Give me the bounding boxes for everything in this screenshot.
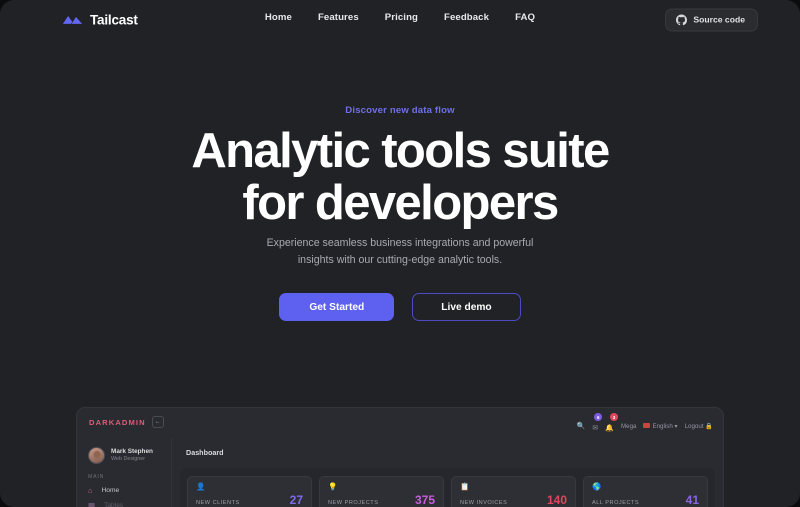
flag-icon bbox=[643, 423, 651, 429]
globe-icon: 🌎 bbox=[592, 482, 602, 491]
logout-button[interactable]: Logout 🔒 bbox=[685, 422, 713, 430]
dashboard-topbar-actions: 🔍 ✉ 6 🔔 3 Mega English ▾ Logout 🔒 bbox=[577, 413, 713, 435]
headline-line-2: for developers bbox=[242, 175, 559, 230]
stat-value: 140 bbox=[546, 492, 567, 507]
stat-row: ALL PROJECTS 41 bbox=[592, 494, 699, 506]
subtitle-line-2: insights with our cutting-edge analytic … bbox=[297, 254, 503, 267]
nav-links: Home Features Pricing Feedback FAQ bbox=[265, 12, 535, 23]
bulb-icon: 💡 bbox=[328, 482, 338, 491]
stat-card-new-projects[interactable]: 💡 NEW PROJECTS 375 bbox=[319, 476, 444, 507]
alerts-notification[interactable]: 🔔 3 bbox=[605, 413, 618, 435]
stat-value: 41 bbox=[685, 492, 699, 507]
source-code-button[interactable]: Source code bbox=[665, 8, 758, 31]
bell-icon: 🔔 bbox=[605, 425, 614, 432]
nav-link-home[interactable]: Home bbox=[265, 12, 292, 23]
user-role: Web Designer bbox=[111, 456, 146, 463]
user-icon: 👤 bbox=[196, 482, 206, 491]
language-label: English bbox=[652, 422, 673, 430]
dashboard-brand[interactable]: DARKADMIN ← bbox=[89, 416, 164, 428]
stat-label: ALL PROJECTS bbox=[592, 499, 640, 506]
github-icon bbox=[676, 14, 688, 25]
logout-label: Logout bbox=[684, 423, 704, 430]
nav-link-pricing[interactable]: Pricing bbox=[385, 12, 418, 23]
sidebar-section-label: MAIN bbox=[88, 474, 105, 480]
hero-cta-row: Get Started Live demo bbox=[0, 293, 800, 321]
page-title: Analytic tools suite for developers bbox=[0, 124, 800, 230]
hero-subtitle: Experience seamless business integration… bbox=[0, 235, 800, 269]
source-code-label: Source code bbox=[693, 14, 745, 25]
sidebar-item-tables-label: Tables bbox=[104, 501, 124, 507]
document-icon: 📋 bbox=[460, 482, 470, 491]
alerts-badge: 3 bbox=[610, 413, 618, 421]
nav-link-features[interactable]: Features bbox=[318, 12, 359, 23]
search-icon[interactable]: 🔍 bbox=[577, 423, 586, 430]
sidebar-collapse-icon[interactable]: ← bbox=[151, 416, 164, 428]
sidebar-user-profile[interactable]: Mark Stephen Web Designer bbox=[77, 438, 171, 464]
messages-badge: 6 bbox=[594, 413, 603, 421]
sidebar-item-tables[interactable]: ▦ Tables bbox=[77, 495, 171, 507]
sidebar-item-home-label: Home bbox=[101, 487, 120, 495]
sidebar-user-text: Mark Stephen Web Designer bbox=[111, 448, 153, 463]
nav-link-feedback[interactable]: Feedback bbox=[444, 12, 489, 23]
home-icon: ⌂ bbox=[88, 486, 93, 495]
dashboard-preview: DARKADMIN ← 🔍 ✉ 6 🔔 3 Mega English ▾ Log… bbox=[76, 407, 724, 507]
brand[interactable]: Tailcast bbox=[62, 12, 138, 27]
sidebar-item-home[interactable]: ⌂ Home bbox=[77, 480, 171, 495]
stat-label: NEW CLIENTS bbox=[196, 499, 240, 506]
stat-cards-area: 👤 NEW CLIENTS 27 💡 NEW PROJECTS 375 📋 NE… bbox=[180, 468, 715, 507]
headline-line-1: Analytic tools suite bbox=[191, 124, 610, 178]
stat-row: NEW PROJECTS 375 bbox=[328, 494, 435, 506]
envelope-icon: ✉ bbox=[592, 425, 599, 432]
top-navbar: Tailcast Home Features Pricing Feedback … bbox=[0, 0, 800, 39]
stat-row: NEW INVOICES 140 bbox=[460, 494, 567, 506]
grid-icon: ▦ bbox=[88, 500, 96, 507]
avatar bbox=[88, 447, 105, 464]
brand-name: Tailcast bbox=[90, 12, 138, 27]
dashboard-main: Dashboard 👤 NEW CLIENTS 27 💡 NEW PROJECT… bbox=[172, 438, 723, 507]
mountain-logo-icon bbox=[62, 16, 83, 24]
lock-icon: 🔒 bbox=[705, 423, 713, 430]
subtitle-line-1: Experience seamless business integration… bbox=[266, 237, 534, 249]
page-root: Tailcast Home Features Pricing Feedback … bbox=[0, 0, 800, 507]
stat-card-new-invoices[interactable]: 📋 NEW INVOICES 140 bbox=[451, 476, 576, 507]
stat-card-all-projects[interactable]: 🌎 ALL PROJECTS 41 bbox=[583, 476, 708, 507]
user-name: Mark Stephen bbox=[111, 447, 153, 455]
messages-notification[interactable]: ✉ 6 bbox=[592, 413, 603, 435]
get-started-button[interactable]: Get Started bbox=[279, 293, 395, 321]
dashboard-page-title: Dashboard bbox=[186, 448, 224, 457]
stat-label: NEW PROJECTS bbox=[328, 499, 379, 506]
nav-link-faq[interactable]: FAQ bbox=[515, 12, 535, 23]
stat-value: 27 bbox=[289, 492, 303, 507]
stat-label: NEW INVOICES bbox=[460, 499, 508, 506]
hero-eyebrow: Discover new data flow bbox=[345, 105, 455, 116]
dashboard-sidebar: Mark Stephen Web Designer MAIN ⌂ Home ▦ … bbox=[77, 438, 172, 507]
mega-menu-item[interactable]: Mega bbox=[621, 423, 636, 430]
dashboard-brand-label: DARKADMIN bbox=[89, 417, 146, 427]
stat-row: NEW CLIENTS 27 bbox=[196, 494, 303, 506]
stat-card-new-clients[interactable]: 👤 NEW CLIENTS 27 bbox=[187, 476, 312, 507]
language-selector[interactable]: English ▾ bbox=[643, 422, 678, 430]
live-demo-button[interactable]: Live demo bbox=[412, 293, 521, 321]
dashboard-topbar: DARKADMIN ← 🔍 ✉ 6 🔔 3 Mega English ▾ Log… bbox=[77, 408, 723, 438]
stat-value: 375 bbox=[414, 492, 435, 507]
